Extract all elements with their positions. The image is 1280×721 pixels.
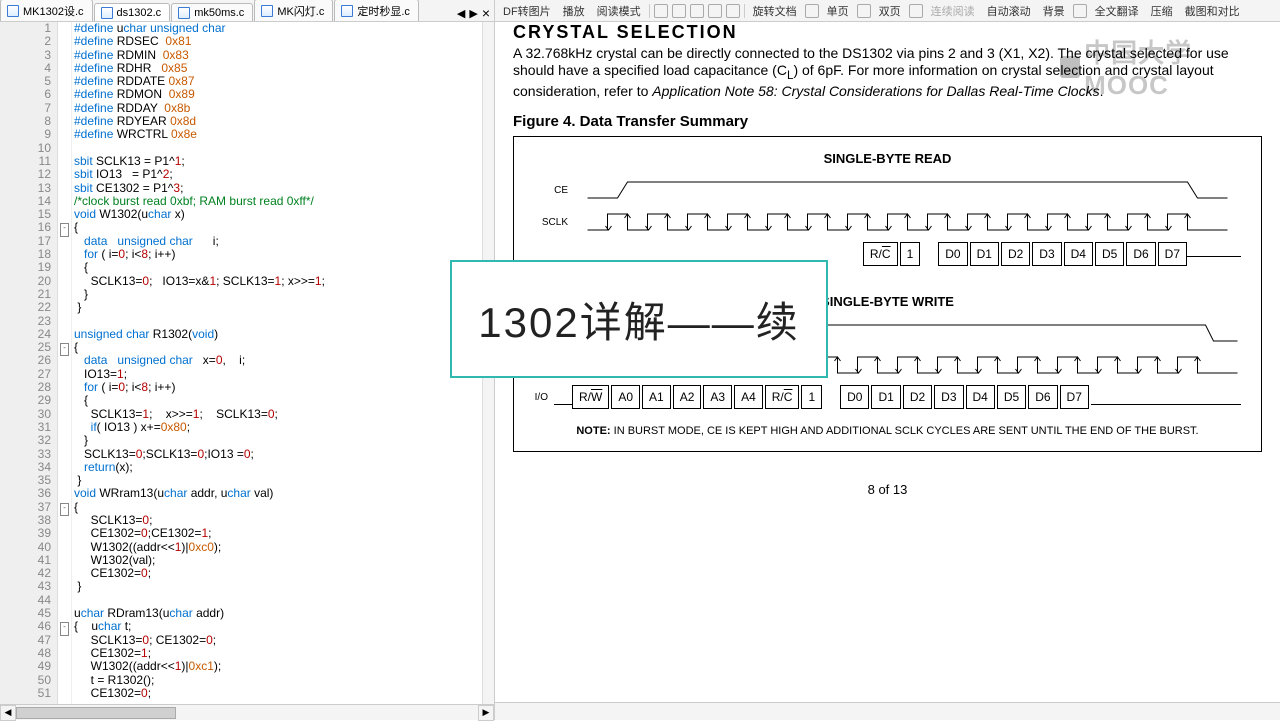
subhead-read: SINGLE-BYTE READ: [534, 151, 1241, 166]
tab-scroll-left-icon[interactable]: ◀: [457, 7, 465, 20]
figure-note: NOTE: IN BURST MODE, CE IS KEPT HIGH AND…: [534, 425, 1241, 437]
file-icon: [341, 5, 353, 17]
io-cell: A4: [734, 385, 763, 409]
zoom-tool-icon[interactable]: [690, 4, 704, 18]
io-cell: A2: [673, 385, 702, 409]
scroll-left-icon[interactable]: ◀: [0, 705, 16, 721]
tb-double[interactable]: 双页: [875, 3, 905, 19]
io-cell: D2: [1001, 242, 1030, 266]
editor-tabs: MK1302设.c ds1302.c mk50ms.c MK闪灯.c 定时秒显.…: [0, 0, 494, 22]
io-cell: 1: [900, 242, 921, 266]
io-cell: D5: [997, 385, 1026, 409]
io-cell: A0: [611, 385, 640, 409]
io-cell: D4: [966, 385, 995, 409]
io-cell: D1: [970, 242, 999, 266]
io-cell: D6: [1028, 385, 1057, 409]
single-page-icon[interactable]: [805, 4, 819, 18]
tab-mk1302[interactable]: MK1302设.c: [0, 0, 93, 21]
code-area[interactable]: #define uchar unsigned char#define RDSEC…: [72, 22, 494, 704]
tb-read-mode[interactable]: 阅读模式: [593, 3, 645, 19]
file-icon: [7, 5, 19, 17]
file-icon: [261, 5, 273, 17]
tab-scroll-right-icon[interactable]: ▶: [469, 7, 477, 20]
io-cell: A3: [703, 385, 732, 409]
sclk-read-wave: SCLK: [534, 208, 1241, 236]
scroll-right-icon[interactable]: ▶: [478, 705, 494, 721]
search-icon[interactable]: [708, 4, 722, 18]
tb-autoscroll[interactable]: 自动滚动: [983, 3, 1035, 19]
io-cell: D7: [1158, 242, 1187, 266]
io-cell: D6: [1126, 242, 1155, 266]
tb-continuous[interactable]: 连续阅读: [927, 3, 979, 19]
figure-title: Figure 4. Data Transfer Summary: [513, 113, 1262, 130]
code-editor-pane: MK1302设.c ds1302.c mk50ms.c MK闪灯.c 定时秒显.…: [0, 0, 495, 720]
file-icon: [101, 7, 113, 19]
io-cell: R/W: [572, 385, 609, 409]
page-number: 8 of 13: [513, 482, 1262, 497]
fold-column[interactable]: ----: [58, 22, 72, 704]
tab-ds1302[interactable]: ds1302.c: [94, 3, 171, 21]
io-cell: R/C: [765, 385, 800, 409]
file-icon: [178, 7, 190, 19]
code-editor[interactable]: 1234567891011121314151617181920212223242…: [0, 22, 494, 704]
io-cell: A1: [642, 385, 671, 409]
editor-hscrollbar[interactable]: ◀ ▶: [0, 704, 494, 720]
io-cell: D0: [938, 242, 967, 266]
tb-translate[interactable]: 全文翻译: [1091, 3, 1143, 19]
io-cell: D5: [1095, 242, 1124, 266]
tb-convert-image[interactable]: DF转图片: [499, 3, 555, 19]
io-cell: R/C: [863, 242, 898, 266]
pdf-statusbar: [495, 702, 1280, 720]
io-cell: D3: [1032, 242, 1061, 266]
bookmark-icon[interactable]: [726, 4, 740, 18]
tb-rotate[interactable]: 旋转文档: [749, 3, 801, 19]
tb-screenshot[interactable]: 截图和对比: [1181, 3, 1244, 19]
pdf-toolbar: DF转图片 播放 阅读模式 旋转文档 单页 双页 连续阅读 自动滚动 背景 全文…: [495, 0, 1280, 22]
tb-single[interactable]: 单页: [823, 3, 853, 19]
tb-play[interactable]: 播放: [559, 3, 589, 19]
io-cell: D4: [1064, 242, 1093, 266]
tb-bg[interactable]: 背景: [1039, 3, 1069, 19]
tab-close-icon[interactable]: ×: [482, 5, 490, 21]
io-write-row: I/O R/WA0A1A2A3A4R/C1 D0D1D2D3D4D5D6D7: [534, 385, 1241, 409]
io-cell: D2: [903, 385, 932, 409]
tab-mk50ms[interactable]: mk50ms.c: [171, 3, 253, 21]
tab-timer[interactable]: 定时秒显.c: [334, 0, 419, 21]
continuous-icon[interactable]: [909, 4, 923, 18]
scroll-thumb[interactable]: [16, 707, 176, 719]
tab-mkflash[interactable]: MK闪灯.c: [254, 0, 333, 21]
io-cell: D7: [1060, 385, 1089, 409]
io-cell: D0: [840, 385, 869, 409]
translate-icon[interactable]: [1073, 4, 1087, 18]
io-cell: 1: [801, 385, 822, 409]
ce-read-wave: CE: [534, 176, 1241, 204]
io-cell: D1: [871, 385, 900, 409]
video-title-overlay: 1302详解——续: [450, 260, 828, 378]
io-cell: D3: [934, 385, 963, 409]
hand-tool-icon[interactable]: [654, 4, 668, 18]
select-tool-icon[interactable]: [672, 4, 686, 18]
double-page-icon[interactable]: [857, 4, 871, 18]
watermark: 中国大学MOOC: [1060, 52, 1260, 82]
tb-compress[interactable]: 压缩: [1147, 3, 1177, 19]
watermark-icon: [1060, 56, 1080, 78]
line-number-gutter: 1234567891011121314151617181920212223242…: [0, 22, 58, 704]
